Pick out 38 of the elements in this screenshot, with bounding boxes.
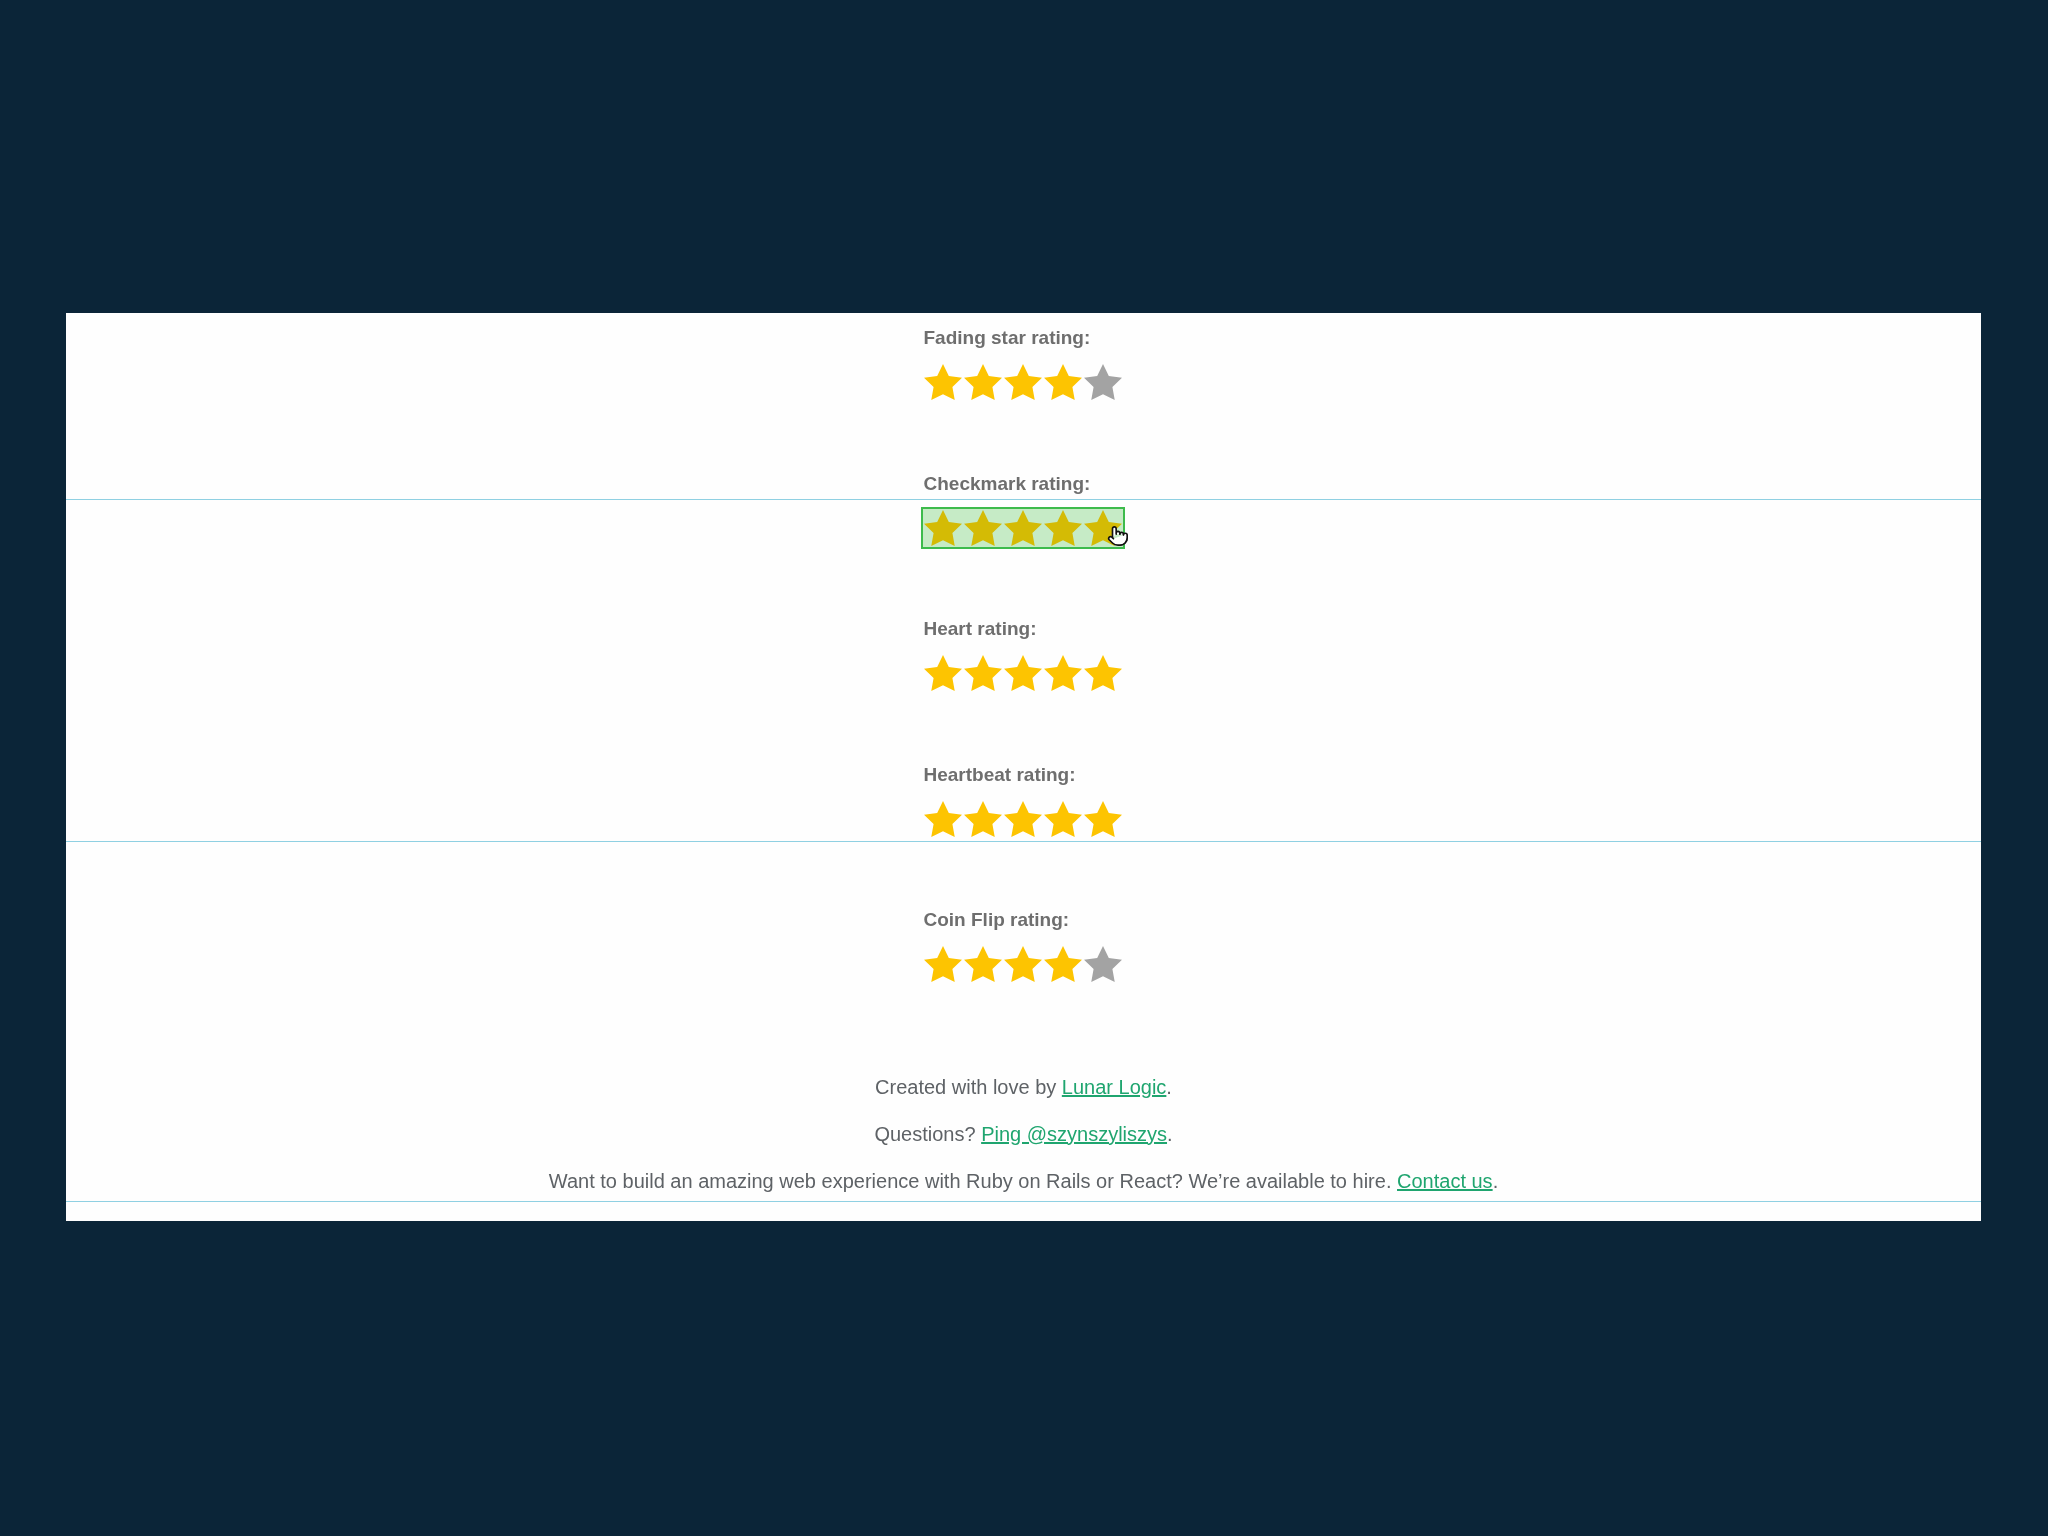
rating-label: Checkmark rating: — [923, 471, 1091, 496]
rating-label: Heart rating: — [923, 617, 1037, 642]
footer-text: Questions? Ping @szynszyliszys. — [874, 1121, 1173, 1147]
footer-text: Want to build an amazing web experience with Ruby on Rails or React? We’re available to hire. Contact us. — [548, 1168, 1499, 1194]
rating-label: Heartbeat rating: — [923, 762, 1076, 787]
star-icon[interactable] — [1083, 508, 1122, 547]
highlighted-star-rating[interactable] — [920, 506, 1125, 549]
star-icon[interactable] — [1043, 799, 1082, 838]
star-icon[interactable] — [1003, 508, 1042, 547]
hand-cursor-icon — [1106, 524, 1129, 547]
star-icon[interactable] — [1043, 363, 1082, 401]
star-icon[interactable] — [923, 654, 962, 693]
star-icon[interactable] — [963, 508, 1002, 547]
star-icon[interactable] — [1083, 363, 1122, 401]
star-icon[interactable] — [1083, 654, 1122, 693]
star-icon[interactable] — [1043, 654, 1082, 693]
footer-link[interactable]: Ping @szynszyliszys — [981, 1122, 1168, 1145]
star-icon[interactable] — [923, 508, 962, 547]
star-icon[interactable] — [963, 945, 1002, 984]
star-icon[interactable] — [1003, 654, 1042, 693]
star-icon[interactable] — [923, 363, 962, 401]
star-icon[interactable] — [1003, 363, 1042, 401]
star-icon[interactable] — [923, 945, 962, 984]
star-icon[interactable] — [923, 799, 962, 838]
rating-label: Coin Flip rating: — [923, 908, 1070, 933]
star-icon[interactable] — [1043, 945, 1082, 984]
star-icon[interactable] — [1083, 945, 1122, 984]
star-icon[interactable] — [1083, 799, 1122, 838]
footer-link[interactable]: Lunar Logic — [1061, 1075, 1167, 1098]
star-icon[interactable] — [1043, 508, 1082, 547]
star-icon[interactable] — [963, 363, 1002, 401]
footer-link[interactable]: Contact us — [1397, 1169, 1493, 1192]
rating-label: Fading star rating: — [923, 326, 1091, 350]
star-icon[interactable] — [963, 654, 1002, 693]
star-icon[interactable] — [1003, 799, 1042, 838]
star-icon[interactable] — [963, 799, 1002, 838]
star-icon[interactable] — [1003, 945, 1042, 984]
footer-text: Created with love by Lunar Logic. — [875, 1074, 1172, 1100]
